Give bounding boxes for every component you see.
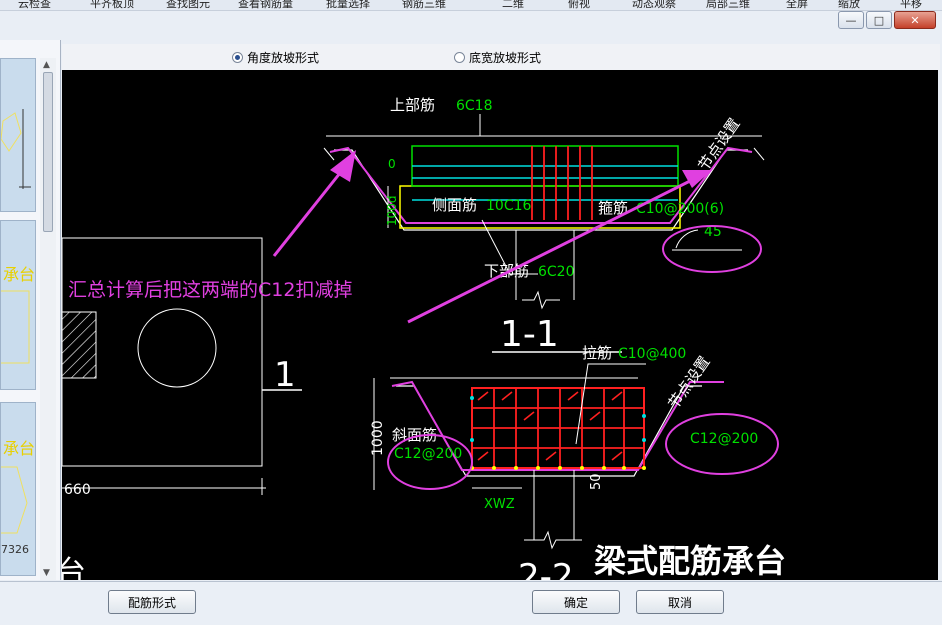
- section-2-slope-value-right: C12@200: [690, 431, 758, 447]
- section-2-tie-value: C10@400: [618, 346, 686, 362]
- section-2-corner-dots: [470, 396, 646, 442]
- top-toolbar: 云检查 平齐板顶 查找图元 查看钢筋量 批量选择 钢筋三维 二维 俯视 动态观察…: [0, 0, 942, 11]
- plan-hatch-column: [62, 311, 97, 379]
- section-2-ties: [477, 391, 623, 461]
- section-2-slope-value-left: C12@200: [394, 446, 462, 462]
- thumbnail-2[interactable]: 承台: [0, 220, 36, 390]
- annotation-text: 汇总计算后把这两端的C12扣减掉: [68, 279, 352, 301]
- window-controls: — □ ✕: [838, 11, 936, 29]
- section-2-xwz: XWZ: [484, 497, 515, 512]
- toolbar-item-zoom[interactable]: 缩放: [838, 0, 860, 10]
- annotation: 汇总计算后把这两端的C12扣减掉: [68, 150, 712, 324]
- plan-section-mark: 1: [274, 355, 296, 395]
- cancel-button[interactable]: 取消: [636, 590, 724, 614]
- toolbar-item-top-view[interactable]: 俯视: [568, 0, 590, 10]
- toolbar-item-orbit[interactable]: 动态观察: [632, 0, 676, 10]
- scrollbar-thumb[interactable]: [43, 72, 53, 232]
- thumbnail-3[interactable]: 承台 7326: [0, 402, 36, 576]
- section-1-side-bar-label: 侧面筋: [432, 196, 477, 214]
- scroll-down-icon[interactable]: ▼: [43, 568, 50, 578]
- close-button[interactable]: ✕: [894, 11, 936, 29]
- section-1-stirrup-value: C10@200(6): [636, 201, 724, 217]
- section-1-1: 0 100d 上部筋 6C18 侧面筋 10C16 箍筋 C10@200(6) …: [323, 96, 765, 355]
- toolbar-item-cloud-check[interactable]: 云检查: [18, 0, 51, 10]
- section-2-title: 2-2: [518, 557, 574, 580]
- section-2-tie-label: 拉筋: [582, 344, 612, 362]
- section-1-title: 1-1: [500, 314, 559, 355]
- section-1-dim-zero: 0: [388, 157, 396, 171]
- radio-bottom-width-slope-indicator[interactable]: [454, 52, 465, 63]
- section-1-top-bar-label: 上部筋: [390, 96, 435, 114]
- radio-angle-slope-indicator[interactable]: [232, 52, 243, 63]
- section-2-dim-50: 50: [589, 473, 604, 490]
- section-1-dim-height: 100d: [385, 195, 399, 226]
- scroll-up-icon[interactable]: ▲: [43, 60, 50, 70]
- section-1-node-label: 节点设置: [695, 115, 744, 174]
- section-2-dim-height: 1000: [370, 420, 386, 456]
- thumbnail-1-drawing: [1, 109, 31, 189]
- minimize-button[interactable]: —: [838, 11, 864, 29]
- toolbar-item-local-3d[interactable]: 局部三维: [706, 0, 750, 10]
- ok-button[interactable]: 确定: [532, 590, 620, 614]
- toolbar-item-2d[interactable]: 二维: [502, 0, 524, 10]
- section-1-top-bar-value: 6C18: [456, 98, 493, 114]
- thumbnail-2-label: 承台: [3, 265, 36, 284]
- radio-bottom-width-slope-label: 底宽放坡形式: [469, 51, 542, 65]
- radio-angle-slope-label: 角度放坡形式: [247, 51, 320, 65]
- toolbar-item-find-element[interactable]: 查找图元: [166, 0, 210, 10]
- drawing-caption: 梁式配筋承台: [594, 542, 786, 580]
- thumbnail-1[interactable]: [0, 58, 36, 212]
- section-1-stirrups: [531, 146, 593, 220]
- drawing-svg: 1 660 台 0 100d 上部筋 6C18 侧面筋 10C16 箍筋 C10…: [62, 96, 786, 580]
- radio-angle-slope[interactable]: 角度放坡形式: [232, 49, 319, 66]
- drawing-canvas[interactable]: 1 660 台 0 100d 上部筋 6C18 侧面筋 10C16 箍筋 C10…: [62, 70, 938, 580]
- section-2-outline: [396, 385, 702, 477]
- toolbar-item-align-slab[interactable]: 平齐板顶: [90, 0, 134, 10]
- toolbar-item-pan[interactable]: 平移: [900, 0, 922, 10]
- section-1-side-bar-value: 10C16: [486, 198, 531, 214]
- restore-button[interactable]: □: [866, 11, 892, 29]
- toolbar-item-fullscreen[interactable]: 全屏: [786, 0, 808, 10]
- toolbar-item-batch-select[interactable]: 批量选择: [326, 0, 370, 10]
- plan-bottom-text: 台: [62, 555, 86, 580]
- plan-dim-text: 660: [64, 482, 91, 498]
- toolbar-item-view-rebar[interactable]: 查看钢筋量: [238, 0, 293, 10]
- plan-pile-circle: [137, 308, 217, 388]
- thumbnail-3-code: 7326: [1, 543, 29, 556]
- toolbar-item-rebar-3d[interactable]: 钢筋三维: [402, 0, 446, 10]
- thumbnail-2-drawing: [1, 290, 30, 364]
- thumbnail-3-label: 承台: [3, 439, 36, 458]
- radio-bottom-width-slope[interactable]: 底宽放坡形式: [454, 49, 541, 66]
- section-1-bottom-bar-value: 6C20: [538, 264, 575, 280]
- rebar-form-button[interactable]: 配筋形式: [108, 590, 196, 614]
